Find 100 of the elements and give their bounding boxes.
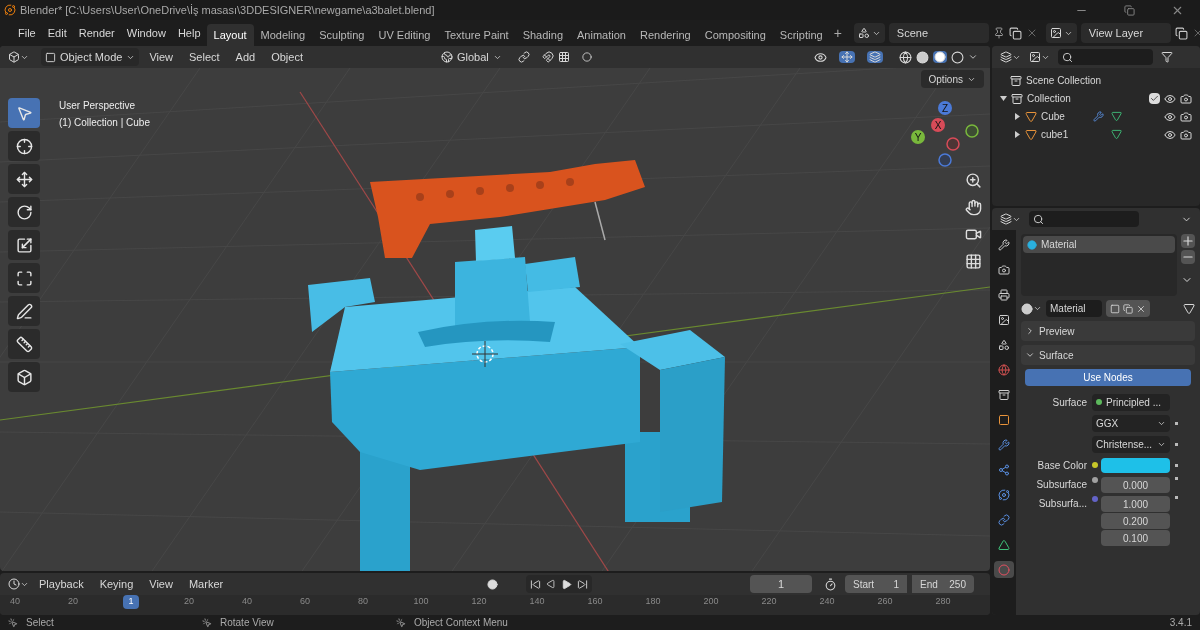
workspace-tab[interactable]: Scripting xyxy=(772,24,830,46)
viewport-menu-item[interactable]: Select xyxy=(183,48,226,66)
x-axis-handle[interactable]: X xyxy=(931,118,945,132)
shader-link-field[interactable]: Principled ... xyxy=(1092,393,1170,411)
editor-type-selector[interactable] xyxy=(1000,213,1021,225)
outliner-search-field[interactable] xyxy=(1058,49,1153,65)
wireframe-shading-icon[interactable] xyxy=(899,50,912,64)
material-shading-toggle[interactable] xyxy=(933,51,947,63)
expand-toggle[interactable] xyxy=(1000,95,1007,102)
timeline-menu-item[interactable]: Marker xyxy=(182,575,230,593)
zoom-icon[interactable] xyxy=(965,172,982,189)
material-actions[interactable] xyxy=(1106,300,1150,317)
render-icon[interactable] xyxy=(1180,128,1192,141)
properties-search-field[interactable] xyxy=(1029,211,1139,227)
menu-item[interactable]: Help xyxy=(171,24,207,42)
annotate-tool[interactable] xyxy=(8,296,40,326)
use-nodes-button[interactable]: Use Nodes xyxy=(1025,369,1191,386)
snap-icon[interactable] xyxy=(541,51,554,63)
viewport-menu-item[interactable]: View xyxy=(143,48,180,66)
overlay-toggle[interactable] xyxy=(867,51,883,63)
wrench-icon[interactable] xyxy=(1093,110,1104,122)
new-layer-icon[interactable] xyxy=(1174,26,1188,40)
expand-toggle[interactable] xyxy=(1014,131,1021,138)
material-slot[interactable]: Material xyxy=(1023,236,1175,253)
dropdown-field[interactable]: Christense... xyxy=(1092,435,1170,453)
add-slot-icon[interactable] xyxy=(1181,234,1195,248)
render-icon[interactable] xyxy=(1180,110,1192,123)
workspace-tab[interactable]: Shading xyxy=(515,24,571,46)
visibility-icon[interactable] xyxy=(814,50,827,64)
panel-header[interactable]: Preview xyxy=(1021,321,1195,341)
add-cube-tool[interactable] xyxy=(8,362,40,392)
menu-item[interactable]: Window xyxy=(120,24,172,42)
view-layer-selector[interactable] xyxy=(1045,23,1077,43)
cursor-tool[interactable] xyxy=(8,131,40,161)
material-name-field[interactable]: Material xyxy=(1046,300,1102,317)
z-axis-negative-handle[interactable] xyxy=(938,153,952,167)
measure-tool[interactable] xyxy=(8,329,40,359)
timeline-menu-item[interactable]: Playback xyxy=(33,575,90,593)
z-axis-handle[interactable]: Z xyxy=(938,101,952,115)
viewport-menu-item[interactable]: Object xyxy=(265,48,309,66)
color-swatch[interactable] xyxy=(1101,457,1170,473)
shading-dropdown-icon[interactable] xyxy=(968,52,978,62)
menu-item[interactable]: Render xyxy=(72,24,121,42)
current-frame-field[interactable]: 1 xyxy=(750,575,812,593)
start-frame-field[interactable]: Start 1 xyxy=(845,575,907,593)
material-browse-selector[interactable] xyxy=(1021,302,1042,315)
hand-icon[interactable] xyxy=(965,199,982,216)
mesh-data-icon[interactable] xyxy=(1111,129,1122,140)
new-scene-icon[interactable] xyxy=(1008,26,1022,40)
number-field[interactable]: 1.000 xyxy=(1101,496,1170,512)
number-field[interactable]: 0.200 xyxy=(1101,513,1170,529)
stopwatch-icon[interactable] xyxy=(824,577,837,591)
visibility-icon[interactable] xyxy=(1164,92,1176,105)
render-icon[interactable] xyxy=(1180,92,1192,105)
rendered-shading-icon[interactable] xyxy=(951,50,964,64)
solid-shading-icon[interactable] xyxy=(916,50,929,64)
number-field[interactable]: 0.000 xyxy=(1101,477,1170,493)
workspace-tab[interactable]: Rendering xyxy=(632,24,698,46)
grid-icon[interactable] xyxy=(965,253,982,270)
visibility-icon[interactable] xyxy=(1164,128,1176,141)
rotate-tool[interactable] xyxy=(8,197,40,227)
filter-icon[interactable] xyxy=(1161,51,1173,63)
dropdown-field[interactable]: GGX xyxy=(1092,414,1170,432)
y-axis-handle[interactable]: Y xyxy=(911,130,925,144)
playback-controls[interactable] xyxy=(526,575,593,593)
workspace-tab[interactable]: Animation xyxy=(570,24,633,46)
editor-type-selector[interactable] xyxy=(8,51,29,63)
scene-collection-label[interactable]: Scene Collection xyxy=(1026,73,1102,88)
viewport-menu-item[interactable]: Add xyxy=(229,48,262,66)
menu-item[interactable]: File xyxy=(12,24,42,42)
scale-tool[interactable] xyxy=(8,230,40,260)
mode-dropdown[interactable]: Object Mode xyxy=(41,48,140,66)
editor-type-selector[interactable] xyxy=(8,578,29,590)
scene-field[interactable]: Scene xyxy=(888,23,989,43)
workspace-tab[interactable]: Compositing xyxy=(697,24,773,46)
workspace-tab[interactable]: Sculpting xyxy=(312,24,372,46)
workspace-tab[interactable]: Texture Paint xyxy=(437,24,516,46)
scene-selector[interactable] xyxy=(853,23,885,43)
restore-icon[interactable] xyxy=(1124,4,1135,16)
pin-icon[interactable] xyxy=(992,27,1005,39)
x-axis-negative-handle[interactable] xyxy=(946,137,960,151)
record-icon[interactable] xyxy=(487,578,499,590)
panel-header[interactable]: Surface xyxy=(1021,345,1195,365)
orientation-dropdown[interactable]: Global xyxy=(437,48,506,66)
y-axis-negative-handle[interactable] xyxy=(965,124,979,138)
playhead-frame-marker[interactable]: 1 xyxy=(123,595,139,609)
remove-slot-icon[interactable] xyxy=(1181,250,1195,264)
collection-label[interactable]: Collection xyxy=(1027,91,1145,106)
gizmo-toggle[interactable] xyxy=(839,51,855,63)
object-label[interactable]: Cube xyxy=(1041,109,1089,124)
workspace-tab[interactable]: Layout xyxy=(206,24,254,46)
add-workspace-button[interactable]: + xyxy=(829,22,846,44)
exclude-checkbox[interactable] xyxy=(1149,93,1160,104)
options-button[interactable]: Options xyxy=(920,70,984,88)
display-mode-selector[interactable] xyxy=(1000,51,1021,63)
select-box-tool[interactable] xyxy=(8,98,40,128)
mesh-data-icon[interactable] xyxy=(1111,111,1122,122)
visibility-icon[interactable] xyxy=(1164,110,1176,123)
object-label[interactable]: cube1 xyxy=(1041,127,1089,142)
workspace-tab[interactable]: UV Editing xyxy=(371,24,438,46)
